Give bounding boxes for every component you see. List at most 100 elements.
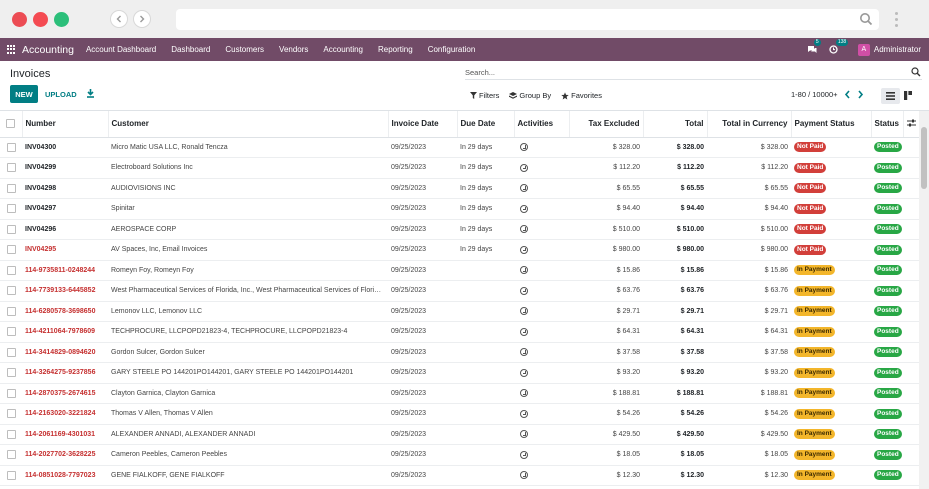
table-row[interactable]: INV04298 AUDIOVISIONS INC 09/25/2023 In 29 … [0, 178, 919, 199]
minimize-window-button[interactable] [33, 11, 48, 27]
column-header-status[interactable]: Status [871, 111, 904, 138]
activity-clock-icon[interactable] [520, 389, 528, 398]
menu-accounting[interactable]: Accounting [323, 45, 363, 54]
row-checkbox[interactable] [6, 470, 16, 480]
pager-next-icon[interactable] [857, 90, 864, 99]
table-row[interactable]: 114-4211064-7978609 TECHPROCURE, LLCPOPD2… [0, 321, 919, 343]
menu-dashboard[interactable]: Dashboard [171, 45, 210, 54]
activity-clock-icon[interactable] [520, 266, 528, 275]
table-row[interactable]: 114-0851028-7797023 GENE FIALKOFF, GENE F… [0, 465, 919, 486]
select-all-checkbox[interactable] [6, 119, 16, 129]
activity-clock-icon[interactable] [520, 225, 528, 234]
activity-clock-icon[interactable] [520, 348, 528, 357]
table-row[interactable]: 114-2061169-4301031 ALEXANDER ANNADI, ALE… [0, 424, 919, 445]
row-checkbox[interactable] [6, 183, 16, 193]
column-header-tax-excluded[interactable]: Tax Excluded [569, 111, 644, 138]
maximize-window-button[interactable] [54, 11, 69, 27]
new-button[interactable]: NEW [10, 85, 38, 103]
messages-button[interactable]: 5 [807, 39, 821, 54]
download-icon[interactable] [86, 88, 95, 98]
row-checkbox[interactable] [6, 327, 16, 337]
row-checkbox[interactable] [6, 286, 16, 296]
table-row[interactable]: INV04299 Electroboard Solutions Inc 09/25/… [0, 157, 919, 179]
activity-clock-icon[interactable] [520, 204, 528, 213]
row-checkbox[interactable] [6, 265, 16, 275]
activities-button[interactable]: 138 [829, 39, 849, 54]
customer-name: GENE FIALKOFF, GENE FIALKOFF [108, 465, 388, 486]
table-row[interactable]: 114-7739133-6445852 West Pharmaceutical S… [0, 280, 919, 302]
optional-columns-icon[interactable] [906, 119, 916, 127]
app-name[interactable]: Accounting [22, 44, 74, 56]
activity-clock-icon[interactable] [520, 409, 528, 418]
forward-button[interactable] [133, 10, 151, 28]
column-header-payment-status[interactable]: Payment Status [791, 111, 872, 138]
group-by-button[interactable]: Group By [509, 91, 551, 100]
table-row[interactable]: 114-9735811-0248244 Romeyn Foy, Romeyn Fo… [0, 260, 919, 281]
activity-clock-icon[interactable] [520, 286, 528, 295]
pager-value[interactable]: 1-80 / 10000+ [791, 90, 838, 99]
table-row[interactable]: 114-3264275-9237856 GARY STEELE PO 144201… [0, 362, 919, 384]
row-checkbox[interactable] [6, 142, 16, 152]
activity-clock-icon[interactable] [520, 307, 528, 316]
upload-button[interactable]: UPLOAD [45, 85, 77, 103]
table-row[interactable]: INV04295 AV Spaces, Inc, Email Invoices 09… [0, 239, 919, 261]
column-header-invoice-date[interactable]: Invoice Date [388, 111, 458, 138]
table-row[interactable]: INV04296 AEROSPACE CORP 09/25/2023 In 29 da… [0, 219, 919, 240]
scrollbar[interactable] [919, 111, 929, 489]
column-header-customer[interactable]: Customer [108, 111, 389, 138]
row-checkbox[interactable] [6, 224, 16, 234]
search-input[interactable] [465, 66, 885, 79]
row-checkbox[interactable] [6, 347, 16, 357]
invoice-date: 09/25/2023 [388, 219, 457, 240]
table-row[interactable]: 114-2027702-3628225 Cameron Peebles, Came… [0, 444, 919, 466]
activity-clock-icon[interactable] [520, 450, 528, 459]
user-menu[interactable]: A Administrator [857, 43, 921, 56]
filters-button[interactable]: Filters [470, 91, 499, 100]
activity-clock-icon[interactable] [520, 368, 528, 377]
search-icon[interactable] [859, 12, 873, 26]
pager-previous-icon[interactable] [844, 90, 851, 99]
table-row[interactable]: 114-2163020-3221824 Thomas V Allen, Thoma… [0, 403, 919, 425]
activity-clock-icon[interactable] [520, 327, 528, 336]
scrollbar-thumb[interactable] [921, 127, 927, 189]
menu-vendors[interactable]: Vendors [279, 45, 308, 54]
table-row[interactable]: 114-2870375-2674615 Clayton Garnica, Clay… [0, 383, 919, 404]
menu-reporting[interactable]: Reporting [378, 45, 413, 54]
table-row[interactable]: INV04300 Micro Matic USA LLC, Ronald Tenc… [0, 137, 919, 158]
activity-clock-icon[interactable] [520, 471, 528, 480]
row-checkbox[interactable] [6, 368, 16, 378]
table-row[interactable]: INV04297 Spinitar 09/25/2023 In 29 days $ 94… [0, 198, 919, 220]
table-row[interactable]: 114-6280578-3698650 Lemonov LLC, Lemonov … [0, 301, 919, 322]
column-header-total-in-currency[interactable]: Total in Currency [707, 111, 792, 138]
close-window-button[interactable] [12, 11, 27, 27]
row-checkbox[interactable] [6, 450, 16, 460]
menu-customers[interactable]: Customers [225, 45, 264, 54]
row-checkbox[interactable] [6, 163, 16, 173]
column-header-total[interactable]: Total [643, 111, 708, 138]
menu-account-dashboard[interactable]: Account Dashboard [86, 45, 156, 54]
row-checkbox[interactable] [6, 245, 16, 255]
column-header-activities[interactable]: Activities [514, 111, 570, 138]
address-bar[interactable] [176, 9, 879, 30]
activity-clock-icon[interactable] [520, 430, 528, 439]
table-row[interactable]: 114-3414829-0894620 Gordon Sulcer, Gordon… [0, 342, 919, 363]
browser-menu-icon[interactable] [895, 12, 898, 27]
activity-clock-icon[interactable] [520, 163, 528, 172]
column-header-due-date[interactable]: Due Date [457, 111, 515, 138]
back-button[interactable] [110, 10, 128, 28]
favorites-button[interactable]: Favorites [561, 91, 602, 100]
row-checkbox[interactable] [6, 306, 16, 316]
activity-clock-icon[interactable] [520, 143, 528, 152]
menu-configuration[interactable]: Configuration [428, 45, 476, 54]
kanban-icon[interactable] [904, 91, 912, 100]
row-checkbox[interactable] [6, 429, 16, 439]
search-icon[interactable] [911, 67, 921, 77]
apps-grid-icon[interactable] [7, 45, 16, 54]
list-view-button[interactable] [881, 88, 900, 104]
activity-clock-icon[interactable] [520, 245, 528, 254]
activity-clock-icon[interactable] [520, 184, 528, 193]
row-checkbox[interactable] [6, 409, 16, 419]
column-header-number[interactable]: Number [22, 111, 109, 138]
row-checkbox[interactable] [6, 204, 16, 214]
row-checkbox[interactable] [6, 388, 16, 398]
